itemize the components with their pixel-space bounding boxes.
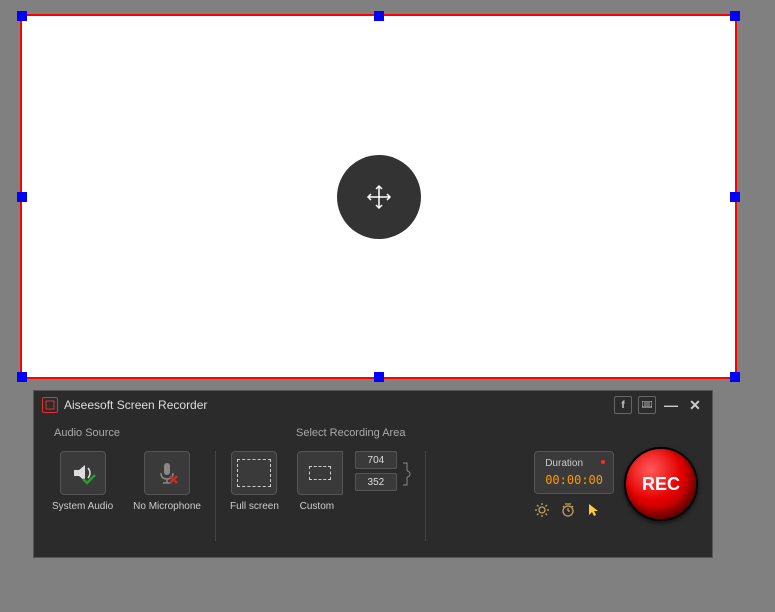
feedback-icon [642,401,652,409]
resize-handle-bm[interactable] [374,372,384,382]
duration-time: 00:00:00 [545,473,603,487]
minimize-button[interactable]: — [662,396,680,414]
system-audio-label: System Audio [52,501,113,512]
separator [215,451,216,541]
speaker-icon [69,459,97,487]
system-audio-button[interactable] [60,451,106,495]
resize-handle-tr[interactable] [730,11,740,21]
recording-area-label: Select Recording Area [296,427,405,439]
fullscreen-button[interactable] [231,451,277,495]
height-input[interactable] [355,473,397,491]
resize-handle-bl[interactable] [17,372,27,382]
resize-handle-ml[interactable] [17,192,27,202]
gear-icon [534,502,550,518]
microphone-button[interactable] [144,451,190,495]
titlebar: Aiseesoft Screen Recorder f — ✕ [34,391,712,419]
fullscreen-icon [237,459,271,487]
close-button[interactable]: ✕ [686,396,704,414]
aspect-lock-icon[interactable] [401,461,411,491]
settings-button[interactable] [534,502,550,521]
capture-region[interactable] [20,14,737,379]
resize-handle-br[interactable] [730,372,740,382]
resize-handle-tm[interactable] [374,11,384,21]
cursor-highlight-button[interactable] [586,502,602,521]
recorder-panel: Aiseesoft Screen Recorder f — ✕ Audio So… [33,390,713,558]
duration-box[interactable]: Duration 00:00:00 [534,451,614,494]
cursor-icon [586,502,602,518]
separator [425,451,426,541]
timer-button[interactable] [560,502,576,521]
recording-indicator-icon [601,460,605,464]
move-handle[interactable] [337,155,421,239]
record-button[interactable]: REC [624,447,698,521]
resize-handle-tl[interactable] [17,11,27,21]
feedback-button[interactable] [638,396,656,414]
fullscreen-label: Full screen [230,501,279,512]
record-button-label: REC [642,474,680,495]
facebook-button[interactable]: f [614,396,632,414]
custom-area-label: Custom [300,501,334,512]
move-icon [364,182,394,212]
microphone-off-icon [153,459,181,487]
clock-icon [560,502,576,518]
custom-area-button[interactable] [297,451,343,495]
resize-handle-mr[interactable] [730,192,740,202]
app-logo-icon [42,397,58,413]
duration-label: Duration [545,458,603,469]
microphone-label: No Microphone [133,501,201,512]
custom-area-icon [309,466,331,480]
audio-source-label: Audio Source [54,427,120,439]
width-input[interactable] [355,451,397,469]
app-title: Aiseesoft Screen Recorder [64,398,207,412]
